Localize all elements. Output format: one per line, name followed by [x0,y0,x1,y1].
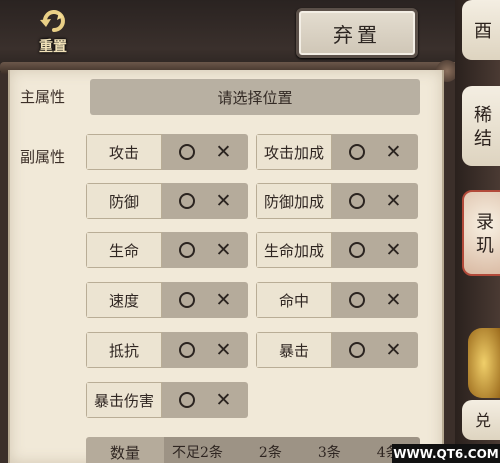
cross-icon[interactable]: ✕ [216,390,232,410]
sub-attr-option: 速度 ✕ [86,282,248,318]
cross-icon[interactable]: ✕ [386,240,402,260]
cross-icon[interactable]: ✕ [386,191,402,211]
sub-attr-option: 攻击加成 ✕ [256,134,418,170]
watermark: WWW.QT6.COM [392,444,500,463]
option-name: 抵抗 [86,332,162,368]
circle-icon[interactable] [348,342,365,358]
cross-icon[interactable]: ✕ [216,191,232,211]
sub-attr-option: 生命 ✕ [86,232,248,268]
side-badge[interactable] [468,328,500,398]
discard-button[interactable]: 弃置 [296,8,418,58]
sub-attr-option: 暴击伤害 ✕ [86,382,248,418]
sub-attr-option: 生命加成 ✕ [256,232,418,268]
reset-button[interactable]: 重置 [26,6,80,60]
refresh-icon [36,6,70,36]
option-name: 命中 [256,282,332,318]
main-attr-label: 主属性 [20,88,66,106]
cross-icon[interactable]: ✕ [216,290,232,310]
circle-icon[interactable] [348,242,365,258]
count-option[interactable]: 3条 [318,442,341,462]
reset-label: 重置 [39,39,67,55]
sub-attr-option: 抵抗 ✕ [86,332,248,368]
circle-icon[interactable] [178,144,195,160]
option-name: 速度 [86,282,162,318]
cross-icon[interactable]: ✕ [216,142,232,162]
side-tab[interactable]: 录 玑 [462,190,500,276]
option-name: 防御 [86,183,162,219]
sub-attr-option: 命中 ✕ [256,282,418,318]
main-attr-select[interactable]: 请选择位置 [90,79,420,115]
cross-icon[interactable]: ✕ [386,340,402,360]
option-name: 暴击伤害 [86,382,162,418]
cross-icon[interactable]: ✕ [216,240,232,260]
option-name: 攻击 [86,134,162,170]
count-label: 数量 [86,437,164,463]
circle-icon[interactable] [348,144,365,160]
count-option[interactable]: 不足2条 [172,442,223,462]
circle-icon[interactable] [348,193,365,209]
side-tab[interactable]: 酉 [462,0,500,60]
option-name: 生命加成 [256,232,332,268]
circle-icon[interactable] [348,292,365,308]
sub-attr-option: 防御加成 ✕ [256,183,418,219]
circle-icon[interactable] [178,342,195,358]
cross-icon[interactable]: ✕ [216,340,232,360]
sub-attr-label: 副属性 [20,148,66,166]
circle-icon[interactable] [178,242,195,258]
option-name: 攻击加成 [256,134,332,170]
cross-icon[interactable]: ✕ [386,142,402,162]
circle-icon[interactable] [178,292,195,308]
cross-icon[interactable]: ✕ [386,290,402,310]
option-name: 防御加成 [256,183,332,219]
sub-attr-option: 暴击 ✕ [256,332,418,368]
count-option[interactable]: 2条 [259,442,282,462]
side-tab[interactable]: 兑 [462,400,500,440]
option-name: 生命 [86,232,162,268]
sub-attr-option: 防御 ✕ [86,183,248,219]
circle-icon[interactable] [178,193,195,209]
sub-attr-option: 攻击 ✕ [86,134,248,170]
side-tab[interactable]: 稀 结 [462,86,500,166]
circle-icon[interactable] [178,392,195,408]
option-name: 暴击 [256,332,332,368]
count-row: 数量 不足2条 2条 3条 4条 [86,437,420,463]
